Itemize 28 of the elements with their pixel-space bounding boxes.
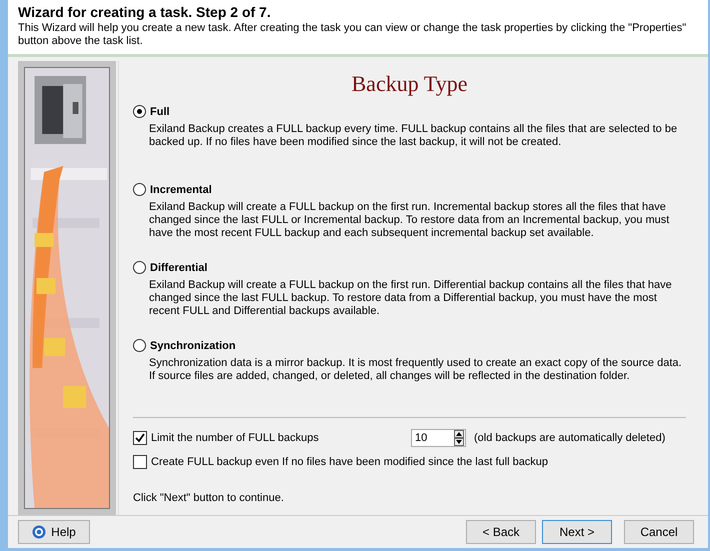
radio-label[interactable]: Incremental xyxy=(150,184,212,196)
checkbox-label[interactable]: Create FULL backup even If no files have been modified since the last full backup xyxy=(151,456,548,468)
radio-button[interactable] xyxy=(133,105,146,118)
radio-label[interactable]: Full xyxy=(150,106,170,118)
help-icon xyxy=(32,525,46,539)
radio-label[interactable]: Synchronization xyxy=(150,340,236,352)
option-description: Exiland Backup will create a FULL backup on the first run. Differential backup contains all the files that have changed since the last FULL backup. To restore data from a Differential backup, you must have the most recent FULL and Differential backups available. xyxy=(148,279,673,318)
wizard-title: Wizard for creating a task. Step 2 of 7. xyxy=(18,4,272,20)
option-description: Synchronization data is a mirror backup. It is most frequently used to create an exact copy of the source data. If source files are added, changed, or deleted, all changes will be reflected in the destination folder. xyxy=(148,357,683,383)
next-button[interactable]: Next > xyxy=(542,520,612,544)
checkbox-label[interactable]: Limit the number of FULL backups xyxy=(151,432,407,444)
radio-label[interactable]: Differential xyxy=(150,262,208,274)
radio-button[interactable] xyxy=(133,339,146,352)
spin-arrows-icon[interactable] xyxy=(454,430,464,446)
cancel-button[interactable]: Cancel xyxy=(624,520,694,544)
checkbox[interactable] xyxy=(133,455,147,469)
help-button[interactable]: Help xyxy=(18,520,90,544)
wizard-description: This Wizard will help you create a new task. After creating the task you can view or change the task properties by clicking the "Properties" button above the task list. xyxy=(18,22,688,48)
continue-hint: Click "Next" button to continue. xyxy=(133,492,285,504)
spinner-note: (old backups are automatically deleted) xyxy=(474,432,666,444)
option-description: Exiland Backup creates a FULL backup every time. FULL backup contains all the files that are selected to be backed up. If no files have been modified since the last backup, it will not be created. xyxy=(148,123,678,149)
page-title: Backup Type xyxy=(350,71,468,97)
number-spinner[interactable]: 10 xyxy=(411,429,466,447)
option-description: Exiland Backup will create a FULL backup on the first run. Incremental backup stores all the files that have changed since the last FULL or Incremental backup. To restore data from an Incremental backup, you must have the most recent FULL backup and each subsequent incremental backup set available. xyxy=(148,201,670,240)
radio-button[interactable] xyxy=(133,183,146,196)
back-button[interactable]: < Back xyxy=(466,520,536,544)
radio-button[interactable] xyxy=(133,261,146,274)
checkbox[interactable] xyxy=(133,431,147,445)
